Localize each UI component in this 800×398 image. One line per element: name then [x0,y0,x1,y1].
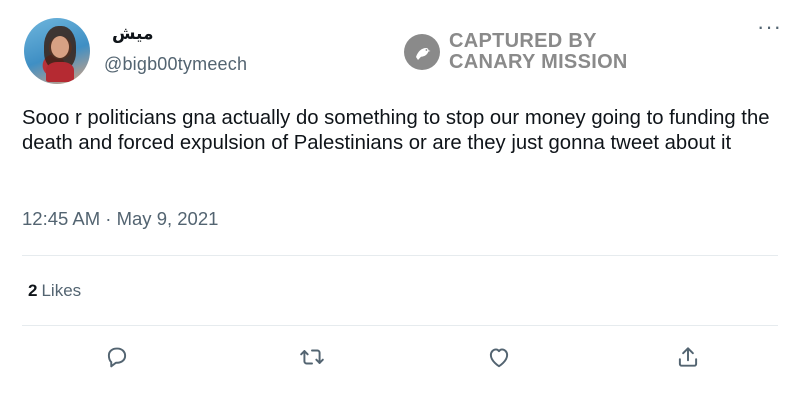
more-options-icon[interactable]: ··· [757,16,782,38]
reply-button[interactable] [104,344,130,370]
divider-top [22,255,778,256]
canary-mission-watermark: CAPTURED BY CANARY MISSION [404,31,628,73]
share-icon [678,347,698,367]
divider-bottom [22,325,778,326]
watermark-text: CAPTURED BY CANARY MISSION [449,31,628,73]
share-button[interactable] [675,344,701,370]
tweet-text: Sooo r politicians gna actually do somet… [22,107,770,154]
like-icon [489,348,509,368]
author-handle[interactable]: @bigb00tymeech [104,54,247,75]
likes-stat[interactable]: 2 Likes [28,281,81,301]
reply-icon [107,347,127,368]
tweet-timestamp[interactable]: 12:45 AM · May 9, 2021 [22,208,218,230]
likes-count: 2 [28,281,38,300]
retweet-button[interactable] [299,344,325,370]
avatar-clothing [46,62,74,82]
likes-label: Likes [41,281,82,300]
watermark-line-2: CANARY MISSION [449,51,628,73]
like-button[interactable] [486,344,512,370]
avatar[interactable] [24,18,90,84]
avatar-face [51,36,69,58]
watermark-line-1: CAPTURED BY [449,30,597,52]
author-display-name[interactable]: ميش [112,24,154,44]
canary-logo-icon [404,34,440,70]
retweet-icon [300,349,324,365]
